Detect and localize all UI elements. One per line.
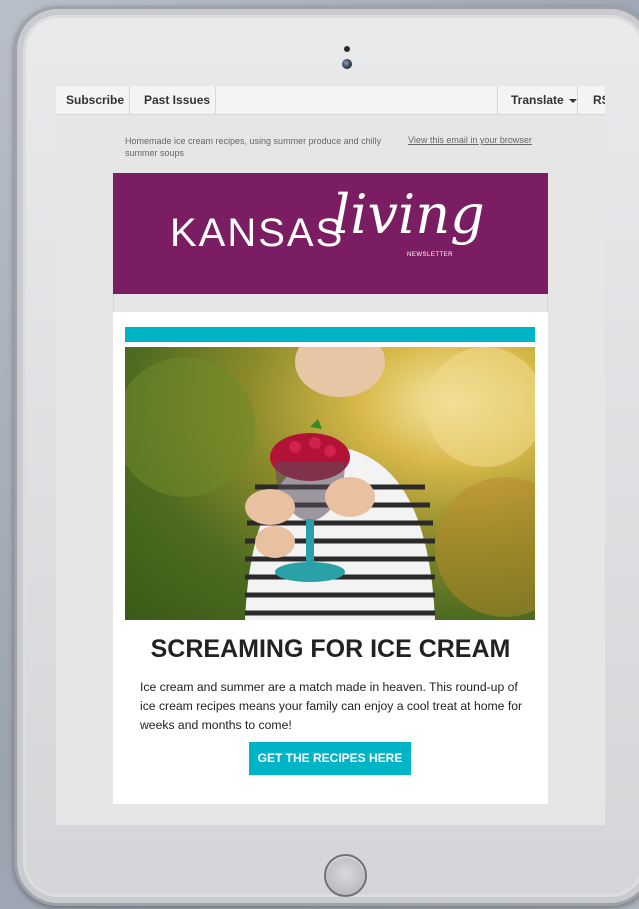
get-recipes-button[interactable]: GET THE RECIPES HERE (249, 742, 411, 775)
article-card: SCREAMING FOR ICE CREAM Ice cream and su… (113, 312, 548, 804)
camera-dot (344, 46, 350, 52)
camera-lens (342, 59, 352, 69)
banner-divider (113, 294, 548, 312)
logo-tagline: NEWSLETTER (407, 252, 454, 258)
home-button[interactable] (324, 854, 367, 897)
logo-living: living (333, 183, 485, 246)
translate-label: Translate (511, 93, 564, 107)
accent-bar (125, 327, 535, 342)
hero-image (125, 347, 535, 620)
logo-kansas: KANSAS (170, 211, 345, 255)
subscribe-link[interactable]: Subscribe (56, 86, 130, 115)
hero-illustration (125, 347, 535, 620)
view-in-browser-link[interactable]: View this email in your browser (408, 135, 532, 145)
translate-dropdown[interactable]: Translate (497, 86, 578, 115)
caret-down-icon (568, 98, 577, 103)
email-screen: Subscribe Past Issues Translate RS Homem… (56, 86, 605, 825)
rss-link[interactable]: RS (578, 86, 605, 115)
article-body: Ice cream and summer are a match made in… (140, 680, 523, 732)
preheader-text: Homemade ice cream recipes, using summer… (125, 136, 382, 158)
article-title: SCREAMING FOR ICE CREAM (150, 635, 511, 663)
newsletter-banner: KANSAS living NEWSLETTER (113, 173, 548, 294)
newsletter-topbar: Subscribe Past Issues Translate RS (56, 86, 605, 115)
past-issues-link[interactable]: Past Issues (130, 86, 216, 115)
